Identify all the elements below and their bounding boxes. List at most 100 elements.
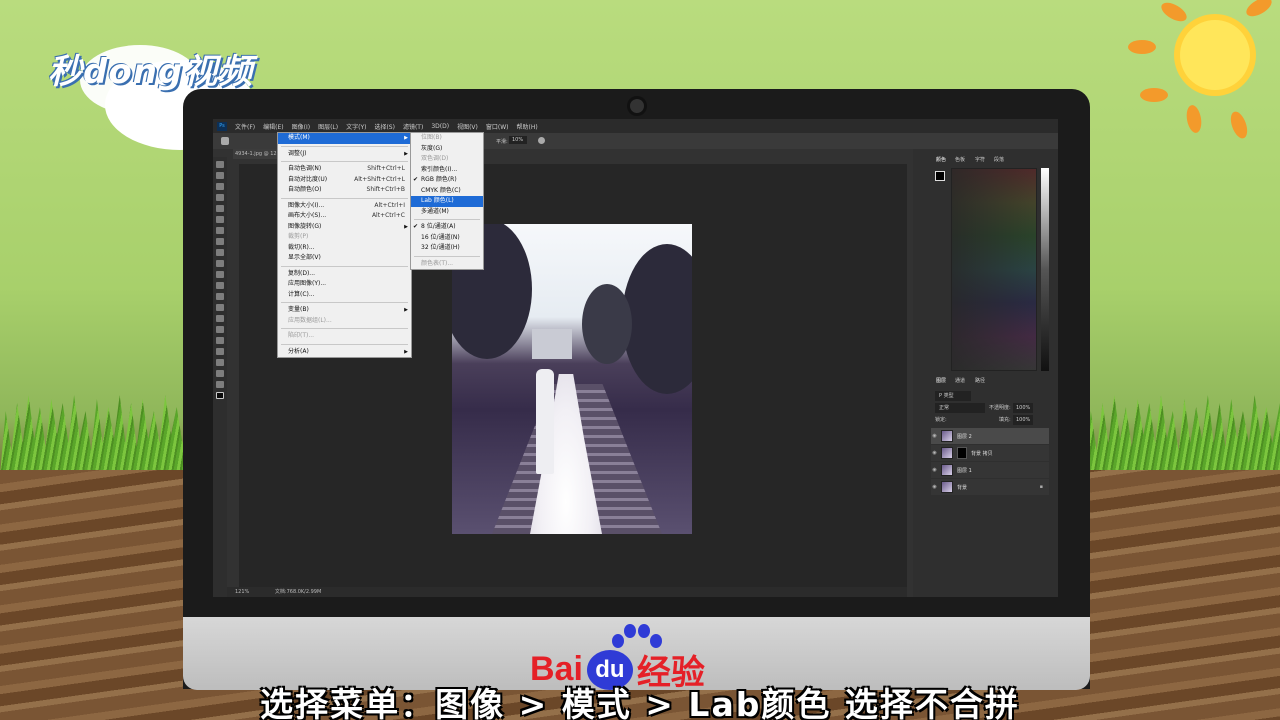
menu-item-label: 索引颜色(I)...	[421, 165, 458, 173]
menu-item[interactable]: 多通道(M)	[411, 207, 483, 218]
menu-item-label: 图像旋转(G)	[288, 222, 322, 230]
tab-paragraph[interactable]: 段落	[994, 155, 1004, 165]
menu-item[interactable]: 调整(J) ▶	[278, 149, 411, 160]
menu-item[interactable]: 灰度(G)	[411, 144, 483, 155]
pen-tool-icon[interactable]	[216, 315, 224, 322]
visibility-eye-icon[interactable]: ◉	[931, 433, 938, 439]
brush-tool-icon[interactable]	[216, 238, 224, 245]
color-spectrum[interactable]	[951, 168, 1037, 371]
menu-window[interactable]: 窗口(W)	[482, 122, 513, 131]
menu-item[interactable]: 自动颜色(O) Shift+Ctrl+B	[278, 185, 411, 196]
menu-item[interactable]: ✔ RGB 颜色(R)	[411, 175, 483, 186]
gradient-tool-icon[interactable]	[216, 282, 224, 289]
menu-help[interactable]: 帮助(H)	[513, 122, 542, 131]
hand-tool-icon[interactable]	[216, 359, 224, 366]
tab-layers[interactable]: 图层	[936, 376, 946, 386]
menu-item: 陷印(T)...	[278, 331, 411, 342]
smoothing-input[interactable]: 10%	[509, 136, 527, 144]
brightness-slider[interactable]	[1041, 168, 1049, 371]
menu-3d[interactable]: 3D(D)	[427, 123, 453, 130]
menu-item[interactable]: 分析(A) ▶	[278, 347, 411, 358]
menu-item[interactable]: CMYK 颜色(C)	[411, 186, 483, 197]
eyedropper-tool-icon[interactable]	[216, 216, 224, 223]
menu-item[interactable]: 显示全部(V)	[278, 253, 411, 264]
menu-item[interactable]: 图像旋转(G) ▶	[278, 222, 411, 233]
menu-view[interactable]: 视图(V)	[453, 122, 482, 131]
marquee-tool-icon[interactable]	[216, 172, 224, 179]
sun-ray	[1227, 109, 1251, 141]
lasso-tool-icon[interactable]	[216, 183, 224, 190]
menu-file[interactable]: 文件(F)	[231, 122, 259, 131]
history-brush-icon[interactable]	[216, 260, 224, 267]
more-tools-icon[interactable]	[216, 381, 224, 388]
blur-tool-icon[interactable]	[216, 293, 224, 300]
menu-layer[interactable]: 图层(L)	[314, 122, 342, 131]
visibility-eye-icon[interactable]: ◉	[931, 450, 938, 456]
tab-character[interactable]: 字符	[975, 155, 985, 165]
menu-item[interactable]: Lab 颜色(L)	[411, 196, 483, 207]
menu-edit[interactable]: 编辑(E)	[259, 122, 287, 131]
layer-row[interactable]: ◉ 背景 ▪	[931, 479, 1049, 495]
dodge-tool-icon[interactable]	[216, 304, 224, 311]
visibility-eye-icon[interactable]: ◉	[931, 484, 938, 490]
sun-ray	[1184, 103, 1204, 135]
healing-tool-icon[interactable]	[216, 227, 224, 234]
tab-color[interactable]: 颜色	[936, 155, 946, 165]
move-tool-icon[interactable]	[216, 161, 224, 168]
zoom-level[interactable]: 121%	[235, 589, 249, 595]
menu-filter[interactable]: 滤镜(T)	[399, 122, 427, 131]
menu-item[interactable]: 自动色调(N) Shift+Ctrl+L	[278, 164, 411, 175]
layer-kind-filter[interactable]: P 类型	[935, 391, 971, 401]
zoom-tool-icon[interactable]	[216, 370, 224, 377]
stamp-tool-icon[interactable]	[216, 249, 224, 256]
status-bar: 121% 文档:768.0K/2.99M	[227, 587, 907, 597]
menu-item[interactable]: 索引颜色(I)...	[411, 165, 483, 176]
layer-name: 图层 2	[957, 433, 972, 440]
path-select-icon[interactable]	[216, 337, 224, 344]
color-swatches-icon[interactable]	[216, 392, 224, 399]
shape-tool-icon[interactable]	[216, 348, 224, 355]
tab-paths[interactable]: 路径	[975, 376, 985, 386]
menu-item[interactable]: 应用图像(Y)...	[278, 279, 411, 290]
tab-swatches[interactable]: 色板	[955, 155, 965, 165]
menu-item[interactable]: 16 位/通道(N)	[411, 233, 483, 244]
settings-icon[interactable]	[538, 137, 545, 144]
menu-item-label: 计算(C)...	[288, 290, 315, 298]
lock-icon: ▪	[1039, 484, 1043, 490]
menu-item[interactable]: 计算(C)...	[278, 290, 411, 301]
menu-item[interactable]: 自动对比度(U) Alt+Shift+Ctrl+L	[278, 175, 411, 186]
menu-type[interactable]: 文字(Y)	[342, 122, 370, 131]
menu-item[interactable]: 复制(D)...	[278, 269, 411, 280]
tab-channels[interactable]: 通道	[955, 376, 965, 386]
crop-tool-icon[interactable]	[216, 205, 224, 212]
eraser-tool-icon[interactable]	[216, 271, 224, 278]
menu-image[interactable]: 图像(I)	[288, 122, 314, 131]
menu-separator	[281, 328, 408, 329]
blend-mode-select[interactable]: 正常	[935, 403, 985, 413]
menu-select[interactable]: 选择(S)	[370, 122, 399, 131]
menu-item[interactable]: 变量(B) ▶	[278, 305, 411, 316]
layer-row[interactable]: ◉ 图层 2	[931, 428, 1049, 444]
submenu-arrow-icon: ▶	[404, 307, 408, 313]
menu-item[interactable]: 图像大小(I)... Alt+Ctrl+I	[278, 201, 411, 212]
menu-item-label: 应用数据组(L)...	[288, 316, 332, 324]
opacity-input[interactable]: 100%	[1013, 403, 1034, 413]
layer-row[interactable]: ◉ 图层 1	[931, 462, 1049, 478]
layer-row[interactable]: ◉ 背景 拷贝	[931, 445, 1049, 461]
quick-select-tool-icon[interactable]	[216, 194, 224, 201]
fg-bg-swatch[interactable]	[935, 171, 945, 181]
menu-item[interactable]: ✔ 8 位/通道(A)	[411, 222, 483, 233]
sun-ray	[1140, 88, 1168, 102]
menu-item[interactable]: 32 位/通道(H)	[411, 243, 483, 254]
sun-ray	[1128, 40, 1156, 54]
fill-label: 填充:	[999, 417, 1011, 423]
menu-item[interactable]: 画布大小(S)... Alt+Ctrl+C	[278, 211, 411, 222]
brush-icon[interactable]	[221, 137, 229, 145]
menu-item[interactable]: 裁切(R)...	[278, 243, 411, 254]
menu-item[interactable]: 模式(M) ▶	[278, 133, 411, 144]
menu-item-label: 图像大小(I)...	[288, 201, 325, 209]
visibility-eye-icon[interactable]: ◉	[931, 467, 938, 473]
fill-input[interactable]: 100%	[1013, 415, 1034, 425]
check-icon: ✔	[413, 223, 419, 230]
type-tool-icon[interactable]	[216, 326, 224, 333]
